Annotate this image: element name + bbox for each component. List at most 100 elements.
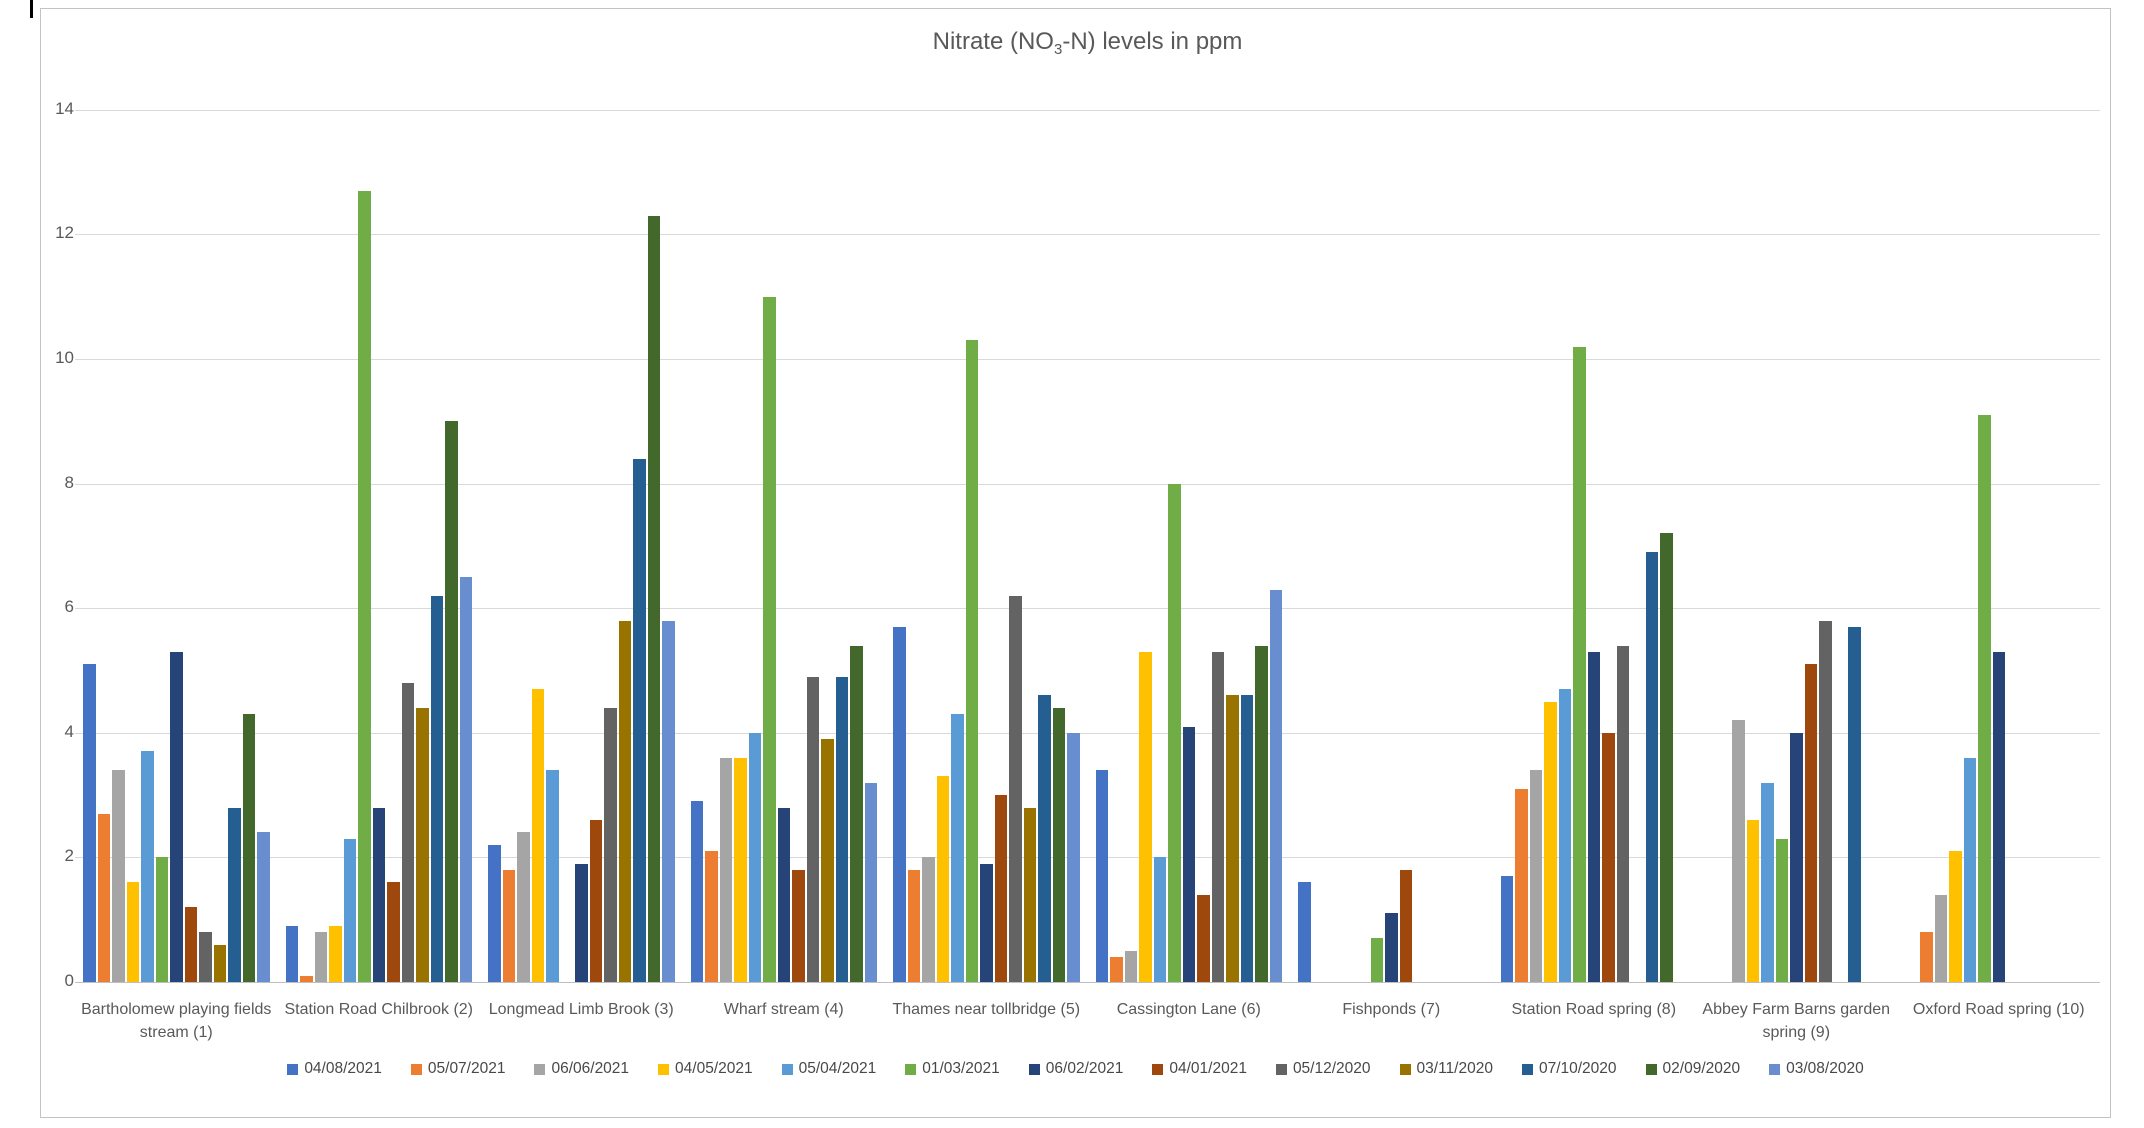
legend-item: 05/04/2021: [782, 1060, 877, 1078]
legend-label: 05/07/2021: [428, 1060, 506, 1078]
bar-04/01/2021-cat1: [185, 907, 198, 982]
legend-color-swatch: [1152, 1064, 1163, 1075]
legend-item: 05/12/2020: [1276, 1060, 1371, 1078]
bar-01/03/2021-cat2: [358, 191, 371, 982]
bar-05/07/2021-cat1: [98, 814, 111, 982]
bar-03/11/2020-cat1: [214, 945, 227, 982]
legend-color-swatch: [1522, 1064, 1533, 1075]
legend-label: 05/12/2020: [1293, 1060, 1371, 1078]
legend-item: 07/10/2020: [1522, 1060, 1617, 1078]
legend-label: 03/11/2020: [1417, 1060, 1493, 1078]
legend-color-swatch: [1029, 1064, 1040, 1075]
bar-04/05/2021-cat8: [1544, 702, 1557, 982]
bar-07/10/2020-cat1: [228, 808, 241, 982]
y-tick-label: 4: [22, 722, 74, 742]
bar-02/09/2020-cat5: [1053, 708, 1066, 982]
y-tick-label: 12: [22, 223, 74, 243]
legend-label: 06/02/2021: [1046, 1060, 1124, 1078]
x-category-label: Thames near tollbridge (5): [879, 998, 1093, 1021]
bar-05/12/2020-cat8: [1617, 646, 1630, 982]
bar-07/10/2020-cat6: [1241, 695, 1254, 982]
bar-06/02/2021-cat5: [980, 864, 993, 982]
bar-05/12/2020-cat4: [807, 677, 820, 982]
bar-07/10/2020-cat3: [633, 459, 646, 982]
bar-06/06/2021-cat4: [720, 758, 733, 982]
bar-06/02/2021-cat9: [1790, 733, 1803, 982]
legend-item: 06/06/2021: [534, 1060, 629, 1078]
bar-04/01/2021-cat8: [1602, 733, 1615, 982]
bar-04/08/2021-cat8: [1501, 876, 1514, 982]
plot-area: 02468101214Bartholomew playing fields st…: [0, 0, 2144, 1128]
bar-06/02/2021-cat10: [1993, 652, 2006, 982]
bar-01/03/2021-cat1: [156, 857, 169, 982]
y-tick-label: 2: [22, 846, 74, 866]
bar-06/02/2021-cat8: [1588, 652, 1601, 982]
bar-07/10/2020-cat5: [1038, 695, 1051, 982]
legend-color-swatch: [534, 1064, 545, 1075]
x-category-label: Abbey Farm Barns garden spring (9): [1689, 998, 1903, 1044]
x-category-label: Longmead Limb Brook (3): [474, 998, 688, 1021]
legend-color-swatch: [411, 1064, 422, 1075]
legend-color-swatch: [1769, 1064, 1780, 1075]
legend-item: 04/08/2021: [287, 1060, 382, 1078]
bar-04/01/2021-cat7: [1400, 870, 1413, 982]
x-category-label: Station Road Chilbrook (2): [272, 998, 486, 1021]
legend-label: 07/10/2020: [1539, 1060, 1617, 1078]
legend-item: 06/02/2021: [1029, 1060, 1124, 1078]
bar-06/06/2021-cat3: [517, 832, 530, 982]
y-tick-label: 8: [22, 473, 74, 493]
y-tick-label: 14: [22, 99, 74, 119]
gridline: [75, 359, 2100, 360]
bar-03/08/2020-cat3: [662, 621, 675, 982]
bar-03/08/2020-cat5: [1067, 733, 1080, 982]
bar-05/04/2021-cat1: [141, 751, 154, 982]
bar-01/03/2021-cat7: [1371, 938, 1384, 982]
bar-05/12/2020-cat1: [199, 932, 212, 982]
gridline: [75, 484, 2100, 485]
bar-03/11/2020-cat5: [1024, 808, 1037, 982]
bar-01/03/2021-cat4: [763, 297, 776, 982]
legend-item: 03/08/2020: [1769, 1060, 1864, 1078]
bar-04/01/2021-cat9: [1805, 664, 1818, 982]
bar-07/10/2020-cat8: [1646, 552, 1659, 982]
legend-label: 06/06/2021: [551, 1060, 629, 1078]
bar-04/05/2021-cat9: [1747, 820, 1760, 982]
legend-item: 05/07/2021: [411, 1060, 506, 1078]
bar-03/08/2020-cat2: [460, 577, 473, 982]
legend-item: 04/05/2021: [658, 1060, 753, 1078]
bar-06/02/2021-cat2: [373, 808, 386, 982]
bar-03/11/2020-cat2: [416, 708, 429, 982]
legend-label: 05/04/2021: [799, 1060, 877, 1078]
bar-02/09/2020-cat2: [445, 421, 458, 982]
legend-item: 03/11/2020: [1400, 1060, 1493, 1078]
legend-item: 02/09/2020: [1646, 1060, 1741, 1078]
legend-label: 04/08/2021: [304, 1060, 382, 1078]
chart-legend: 04/08/2021 05/07/2021 06/06/2021 04/05/2021…: [40, 1060, 2111, 1078]
bar-06/06/2021-cat2: [315, 932, 328, 982]
legend-color-swatch: [905, 1064, 916, 1075]
bar-02/09/2020-cat8: [1660, 533, 1673, 982]
legend-item: 04/01/2021: [1152, 1060, 1247, 1078]
x-category-label: Fishponds (7): [1284, 998, 1498, 1021]
bar-04/01/2021-cat6: [1197, 895, 1210, 982]
bar-02/09/2020-cat6: [1255, 646, 1268, 982]
legend-color-swatch: [1646, 1064, 1657, 1075]
bar-06/06/2021-cat1: [112, 770, 125, 982]
bar-01/03/2021-cat5: [966, 340, 979, 982]
bar-06/02/2021-cat4: [778, 808, 791, 982]
legend-label: 04/01/2021: [1169, 1060, 1247, 1078]
bar-01/03/2021-cat8: [1573, 347, 1586, 982]
bar-05/07/2021-cat3: [503, 870, 516, 982]
y-tick-label: 10: [22, 348, 74, 368]
bar-03/11/2020-cat4: [821, 739, 834, 982]
bar-04/08/2021-cat3: [488, 845, 501, 982]
bar-05/07/2021-cat2: [300, 976, 313, 982]
bar-03/11/2020-cat6: [1226, 695, 1239, 982]
bar-07/10/2020-cat9: [1848, 627, 1861, 982]
bar-04/08/2021-cat7: [1298, 882, 1311, 982]
bar-04/05/2021-cat1: [127, 882, 140, 982]
bar-07/10/2020-cat4: [836, 677, 849, 982]
legend-color-swatch: [1400, 1064, 1411, 1075]
bar-06/02/2021-cat7: [1385, 913, 1398, 982]
bar-03/08/2020-cat1: [257, 832, 270, 982]
